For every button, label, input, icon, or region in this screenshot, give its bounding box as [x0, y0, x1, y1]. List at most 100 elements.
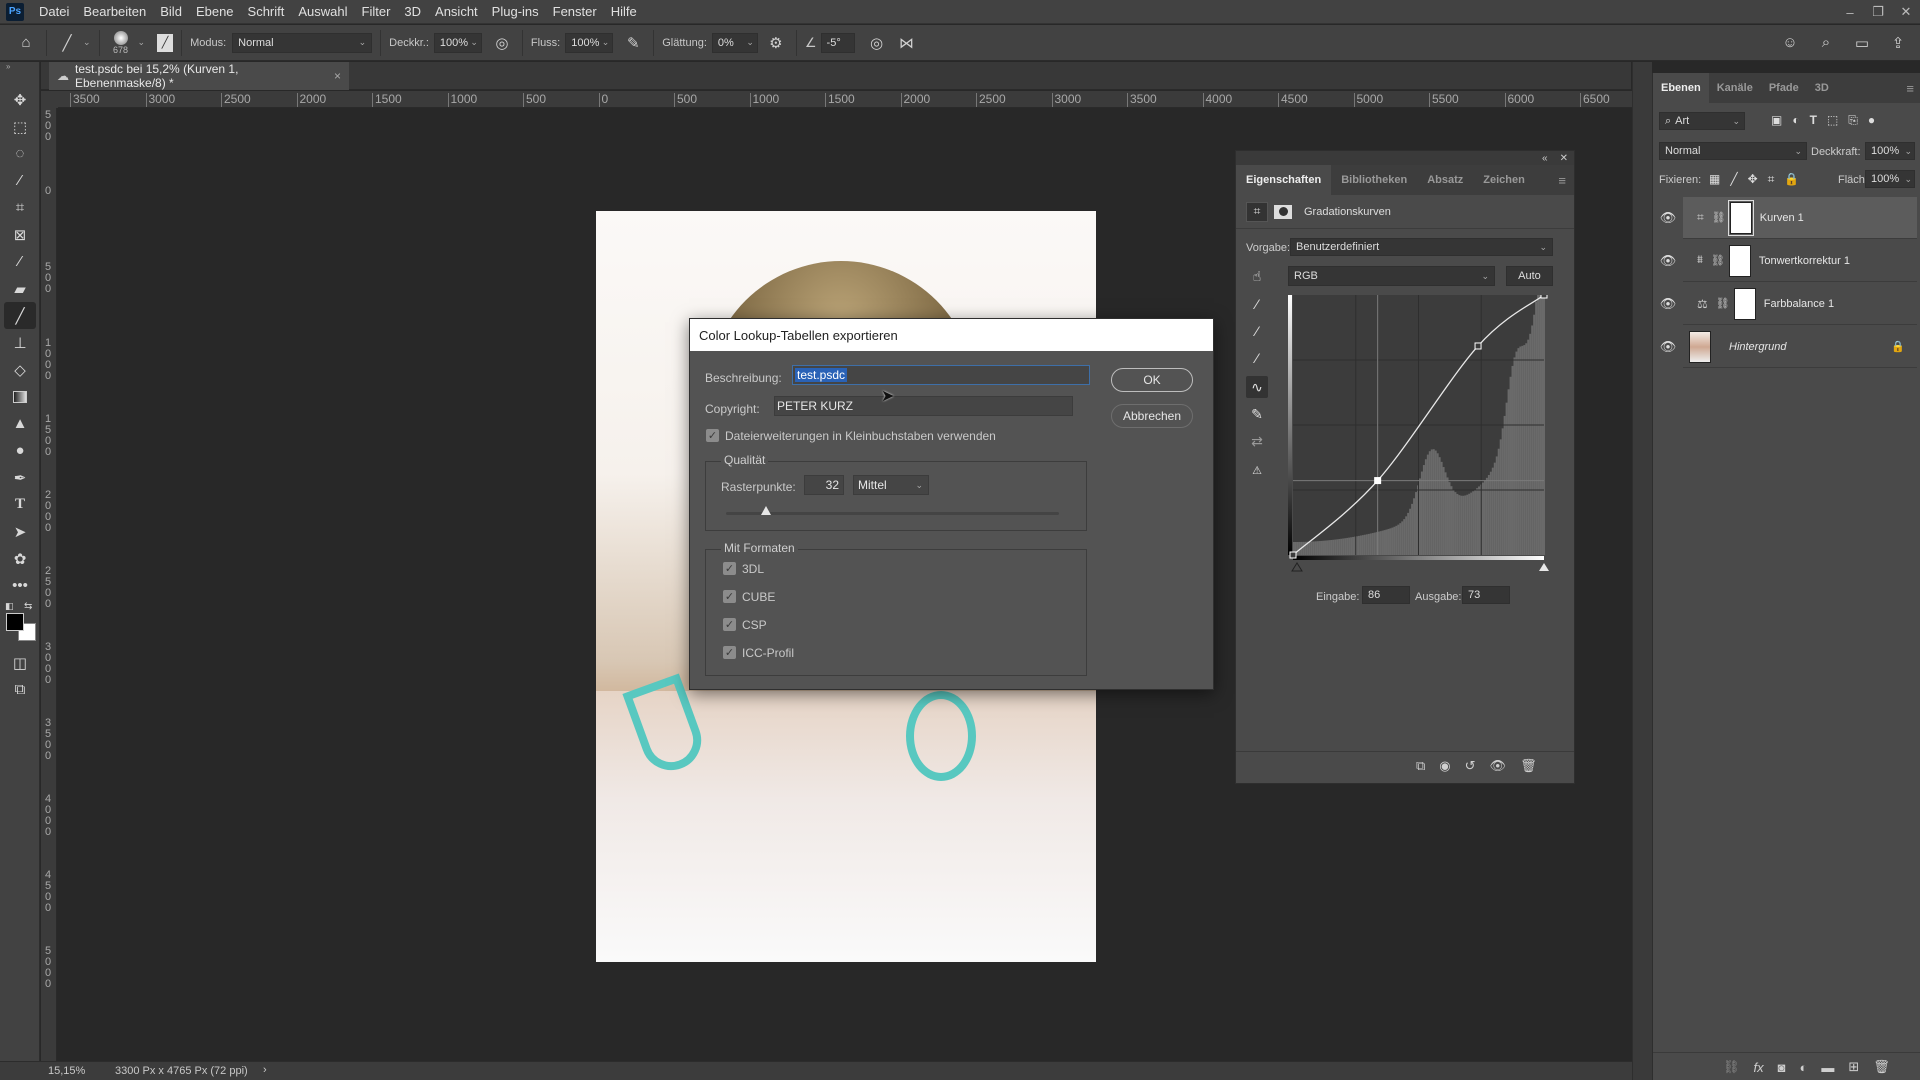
curve-control-point[interactable] — [1289, 551, 1297, 559]
minimize-button[interactable]: – — [1836, 0, 1864, 24]
layer-mask-thumbnail[interactable] — [1728, 244, 1751, 277]
quality-preset-select[interactable]: Mittel ⌄ — [853, 475, 929, 495]
layer-link-icon[interactable]: ⛓ — [1712, 211, 1726, 224]
filter-pixel-icon[interactable]: ▣ — [1771, 113, 1782, 128]
marquee-tool-icon[interactable]: ⬚ — [0, 113, 40, 140]
menu-hilfe[interactable]: Hilfe — [604, 4, 644, 19]
blur-tool-icon[interactable]: ▲ — [0, 410, 40, 437]
menu-auswahl[interactable]: Auswahl — [291, 4, 354, 19]
black-point-eyedropper-icon[interactable]: ⁄ — [1246, 293, 1268, 315]
healing-brush-tool-icon[interactable]: ▰ — [0, 275, 40, 302]
targeted-adjustment-icon[interactable]: ☝ — [1246, 265, 1268, 287]
opacity-input[interactable]: 100% ⌄ — [433, 32, 482, 53]
format-3dl-checkbox[interactable]: ✓ — [723, 562, 736, 575]
filter-toggle-icon[interactable]: ● — [1868, 113, 1875, 128]
output-value-field[interactable]: 73 — [1462, 586, 1510, 604]
tab-pfade[interactable]: Pfade — [1761, 73, 1807, 103]
menu-3d[interactable]: 3D — [397, 4, 428, 19]
tab-zeichen[interactable]: Zeichen — [1473, 165, 1535, 195]
smoothing-input[interactable]: 0% ⌄ — [711, 32, 758, 53]
menu-bearbeiten[interactable]: Bearbeiten — [76, 4, 153, 19]
clone-stamp-tool-icon[interactable]: ⊥ — [0, 329, 40, 356]
quick-mask-icon[interactable]: ◫ — [0, 649, 40, 676]
path-selection-tool-icon[interactable]: ➤ — [0, 518, 40, 545]
angle-input[interactable]: -5° — [820, 32, 855, 53]
collapse-panel-icon[interactable]: « — [1542, 153, 1548, 164]
more-tools-icon[interactable]: ••• — [0, 572, 40, 599]
tab-kanaele[interactable]: Kanäle — [1709, 73, 1761, 103]
smoothing-settings-gear-icon[interactable]: ⚙ — [764, 31, 788, 55]
type-tool-icon[interactable]: T — [0, 491, 40, 518]
delete-layer-icon[interactable]: 🗑 — [1873, 1059, 1890, 1075]
curves-adjustment-icon[interactable]: ⌗ — [1246, 201, 1268, 222]
layer-mask-icon[interactable] — [1274, 204, 1292, 219]
pressure-size-icon[interactable]: ◎ — [865, 31, 889, 55]
curve-edit-points-icon[interactable]: ∿ — [1246, 376, 1268, 398]
layer-row-kurven-1[interactable]: 👁 ⌗ ⛓ Kurven 1 — [1660, 197, 1917, 239]
clip-to-layer-icon[interactable]: ⧉ — [1416, 758, 1425, 774]
new-group-folder-icon[interactable]: ▬ — [1821, 1060, 1834, 1075]
menu-ansicht[interactable]: Ansicht — [428, 4, 485, 19]
toggle-visibility-icon[interactable]: 👁 — [1490, 758, 1507, 774]
tab-ebenen[interactable]: Ebenen — [1653, 73, 1709, 103]
format-csp-checkbox[interactable]: ✓ — [723, 618, 736, 631]
default-colors-icon[interactable]: ◧ — [5, 601, 14, 612]
menu-plugins[interactable]: Plug-ins — [485, 4, 546, 19]
brush-settings-icon[interactable]: ╱ — [157, 33, 174, 52]
menu-bild[interactable]: Bild — [153, 4, 189, 19]
tab-3d[interactable]: 3D — [1807, 73, 1837, 103]
lock-image-pixels-icon[interactable]: ╱ — [1730, 172, 1737, 187]
menu-fenster[interactable]: Fenster — [546, 4, 604, 19]
screen-mode-icon[interactable]: ⧉ — [0, 676, 40, 703]
lock-position-icon[interactable]: ✥ — [1748, 172, 1758, 187]
shape-tool-icon[interactable]: ✿ — [0, 545, 40, 572]
preset-select[interactable]: Benutzerdefiniert ⌄ — [1290, 238, 1553, 256]
layer-style-fx-icon[interactable]: fx — [1754, 1060, 1764, 1075]
airbrush-icon[interactable]: ✎ — [621, 31, 645, 55]
menu-ebene[interactable]: Ebene — [189, 4, 241, 19]
layer-visibility-eye-icon[interactable]: 👁 — [1659, 210, 1677, 226]
menu-schrift[interactable]: Schrift — [241, 4, 292, 19]
zoom-level[interactable]: 15,15% — [48, 1065, 85, 1077]
blend-mode-select[interactable]: Normal ⌄ — [1659, 142, 1807, 160]
eyedropper-tool-icon[interactable]: ⁄ — [0, 248, 40, 275]
lowercase-extension-checkbox[interactable]: ✓ — [706, 429, 719, 442]
pen-tool-icon[interactable]: ✒ — [0, 464, 40, 491]
quality-slider-thumb[interactable] — [760, 506, 771, 515]
flow-input[interactable]: 100% ⌄ — [565, 32, 614, 53]
tab-bibliotheken[interactable]: Bibliotheken — [1331, 165, 1417, 195]
layer-link-icon[interactable]: ⛓ — [1711, 254, 1725, 267]
workspace-icon[interactable]: ▭ — [1850, 31, 1874, 55]
format-icc-checkbox[interactable]: ✓ — [723, 646, 736, 659]
expand-toolbar-icon[interactable]: » — [0, 62, 39, 72]
layer-row-hintergrund[interactable]: 👁 Hintergrund 🔒 — [1660, 326, 1917, 368]
brush-tool-icon[interactable]: ╱ — [4, 302, 36, 329]
clipping-warning-icon[interactable]: ⚠ — [1246, 459, 1268, 481]
close-panel-icon[interactable]: ✕ — [1560, 153, 1568, 164]
layer-visibility-eye-icon[interactable]: 👁 — [1659, 296, 1677, 312]
dodge-tool-icon[interactable]: ● — [0, 437, 40, 464]
channel-select[interactable]: RGB ⌄ — [1288, 266, 1495, 286]
format-cube-checkbox[interactable]: ✓ — [723, 590, 736, 603]
layer-row-farbbalance-1[interactable]: 👁 ⚖ ⛓ Farbbalance 1 — [1660, 283, 1917, 325]
layer-mask-thumbnail[interactable] — [1727, 199, 1754, 236]
layer-mask-thumbnail[interactable] — [1733, 287, 1756, 320]
frame-tool-icon[interactable]: ⊠ — [0, 221, 40, 248]
white-point-eyedropper-icon[interactable]: ⁄ — [1246, 347, 1268, 369]
mode-select[interactable]: Normal ⌄ — [232, 32, 373, 53]
close-window-button[interactable]: ✕ — [1892, 0, 1920, 24]
layers-panel-menu-icon[interactable]: ≡ — [1906, 81, 1914, 96]
description-input[interactable]: test.psdc — [792, 365, 1090, 385]
close-document-icon[interactable]: × — [334, 69, 341, 83]
share-user-icon[interactable]: ☺ — [1778, 31, 1802, 55]
curve-control-point[interactable] — [1374, 477, 1382, 485]
link-layers-icon[interactable]: ⛓ — [1723, 1059, 1740, 1075]
fill-input[interactable]: 100% ⌄ — [1865, 170, 1915, 188]
brush-size-picker[interactable]: 678 — [108, 30, 134, 55]
layer-link-icon[interactable]: ⛓ — [1716, 297, 1730, 310]
home-icon[interactable]: ⌂ — [14, 31, 38, 55]
tab-absatz[interactable]: Absatz — [1417, 165, 1473, 195]
cancel-button[interactable]: Abbrechen — [1111, 404, 1193, 428]
eraser-tool-icon[interactable]: ◇ — [0, 356, 40, 383]
search-icon[interactable]: ⌕ — [1814, 31, 1838, 55]
